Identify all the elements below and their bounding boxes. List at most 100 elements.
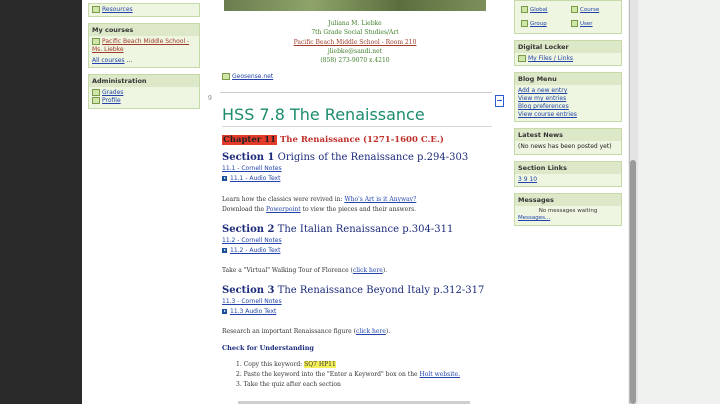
step-1-text: 1. Copy this keyword:	[236, 361, 305, 368]
course-link[interactable]: Course	[571, 6, 599, 13]
section-1-text: Learn how the classics were revived in: …	[222, 196, 416, 203]
section-1-title: Origins of the Renaissance p.294-303	[274, 152, 469, 163]
keyword-highlight: SQ7 HP11	[304, 361, 336, 368]
latest-news-title: Latest News	[515, 129, 621, 142]
global-link[interactable]: Global	[521, 6, 548, 13]
section-3-text: Research an important Renaissance figure…	[222, 328, 390, 335]
section-number: 9	[208, 95, 212, 102]
blog-add-entry-link[interactable]: Add a new entry	[518, 87, 618, 95]
step-2: 2. Paste the keyword into the "Enter a K…	[236, 371, 460, 378]
messages-block: Messages No messages waiting Messages...	[514, 192, 622, 226]
blog-course-entries-link[interactable]: View course entries	[518, 111, 618, 119]
holt-website-link[interactable]: Holt website.	[420, 371, 460, 378]
art-anyway-link[interactable]: Who's Art is it Anyway?	[344, 196, 416, 203]
my-files-link[interactable]: My Files / Links	[528, 55, 573, 62]
resources-icon	[92, 6, 100, 13]
browser-right-strip	[628, 0, 720, 404]
profile-link[interactable]: Profile	[102, 97, 121, 104]
blog-menu-title: Blog Menu	[515, 73, 621, 86]
section-links[interactable]: 3 9 10	[518, 176, 537, 183]
course-link[interactable]: Pacific Beach Middle School - Ms. Liebke	[92, 38, 189, 53]
edit-icon[interactable]	[495, 95, 504, 107]
walking-tour-link[interactable]: click here	[353, 267, 383, 274]
user-link[interactable]: User	[571, 20, 593, 27]
grades-icon	[92, 89, 100, 97]
right-column: Global Course Group User Digital Locker …	[514, 0, 622, 232]
header-photo	[224, 0, 486, 11]
global-label: Global	[530, 7, 548, 13]
section-3-label: Section 3	[222, 285, 275, 296]
play-icon	[222, 248, 227, 253]
latest-news-block: Latest News (No news has been posted yet…	[514, 128, 622, 155]
course-link-row[interactable]: Pacific Beach Middle School - Ms. Liebke	[92, 38, 196, 54]
messages-title: Messages	[515, 193, 621, 206]
section-3-notes-link[interactable]: 11.3 - Cornell Notes	[222, 298, 282, 305]
section-2-text: Take a "Virtual" Walking Tour of Florenc…	[222, 267, 387, 274]
blog-view-entries-link[interactable]: View my entries	[518, 95, 618, 103]
chapter-heading: Chapter 11 The Renaissance (1271-1600 C.…	[222, 135, 444, 145]
section-1-text2-post: to view the pieces and their answers.	[300, 206, 417, 213]
section-2-text-pre: Take a "Virtual" Walking Tour of Florenc…	[222, 267, 353, 274]
course-icon	[571, 6, 578, 13]
section-1-text-pre: Learn how the classics were revived in:	[222, 196, 345, 203]
group-label: Group	[530, 21, 547, 27]
digital-locker-block: Digital Locker My Files / Links	[514, 40, 622, 67]
digital-locker-title: Digital Locker	[515, 41, 621, 53]
section-1-notes-link[interactable]: 11.1 - Cornell Notes	[222, 165, 282, 172]
resources-block: Resources	[88, 3, 200, 18]
chapter-tag: Chapter 11	[222, 135, 277, 145]
folder-icon	[518, 55, 526, 62]
geosense-icon	[222, 73, 230, 80]
section-2-label: Section 2	[222, 224, 275, 235]
section-2-audio-link[interactable]: 11.2 - Audio Text	[222, 247, 280, 254]
section-1-text-2: Download the Powerpoint to view the piec…	[222, 206, 416, 213]
messages-text: No messages waiting	[538, 207, 598, 214]
section-1-heading: Section 1 Origins of the Renaissance p.2…	[222, 152, 468, 163]
messages-link[interactable]: Messages...	[518, 215, 618, 222]
section-links-title: Section Links	[515, 161, 621, 174]
group-icon	[521, 20, 528, 27]
scrollbar-thumb[interactable]	[630, 160, 636, 404]
section-2-text-post: ).	[382, 267, 388, 274]
grades-link[interactable]: Grades	[102, 89, 123, 96]
administration-block: Administration Grades Profile	[88, 74, 200, 109]
group-link[interactable]: Group	[521, 20, 547, 27]
section-3-audio-label: 11.3 Audio Text	[230, 308, 277, 315]
left-column: Resources My courses Pacific Beach Middl…	[88, 0, 200, 115]
web-page: Resources My courses Pacific Beach Middl…	[82, 0, 628, 404]
section-3-text-pre: Research an important Renaissance figure…	[222, 328, 356, 335]
geosense-link[interactable]: Geosense.net	[222, 73, 273, 80]
section-1-audio-label: 11.1 - Audio Text	[230, 175, 281, 182]
play-icon	[222, 309, 227, 314]
all-courses-ellipsis: ...	[124, 57, 133, 65]
blog-preferences-link[interactable]: Blog preferences	[518, 103, 618, 111]
school-link[interactable]: Pacific Beach Middle School - Room 210	[224, 38, 486, 47]
section-2-title: The Italian Renaissance p.304-311	[274, 224, 454, 235]
section-2-audio-label: 11.2 - Audio Text	[230, 247, 281, 254]
user-label: User	[580, 21, 593, 27]
global-icon	[521, 6, 528, 13]
divider	[220, 92, 492, 93]
renaissance-figure-link[interactable]: click here	[356, 328, 386, 335]
my-courses-block: My courses Pacific Beach Middle School -…	[88, 23, 200, 69]
section-1-audio-link[interactable]: 11.1 - Audio Text	[222, 175, 280, 182]
section-3-title: The Renaissance Beyond Italy p.312-317	[274, 285, 485, 296]
chapter-title: The Renaissance (1271-1600 C.E.)	[277, 135, 444, 145]
section-3-text-post: ).	[385, 328, 391, 335]
profile-icon	[92, 97, 100, 105]
teacher-role: 7th Grade Social Studies/Art	[311, 29, 399, 37]
latest-news-text: (No news has been posted yet)	[518, 143, 612, 151]
play-icon	[222, 176, 227, 181]
resources-link[interactable]: Resources	[102, 6, 133, 13]
teacher-phone: (858) 273-9070 x.4210	[320, 57, 390, 65]
powerpoint-link[interactable]: Powerpoint	[266, 206, 301, 213]
teacher-email: jliebke@sandi.net	[327, 47, 383, 55]
category-icons-block: Global Course Group User	[514, 0, 622, 34]
all-courses-link[interactable]: All courses	[92, 57, 125, 64]
blog-menu-block: Blog Menu Add a new entry View my entrie…	[514, 72, 622, 123]
check-for-understanding-heading: Check for Understanding	[222, 344, 314, 352]
section-3-audio-link[interactable]: 11.3 Audio Text	[222, 308, 276, 315]
section-2-notes-link[interactable]: 11.2 - Cornell Notes	[222, 237, 282, 244]
section-1-label: Section 1	[222, 152, 275, 163]
step-3: 3. Take the quiz after each section	[236, 381, 341, 388]
